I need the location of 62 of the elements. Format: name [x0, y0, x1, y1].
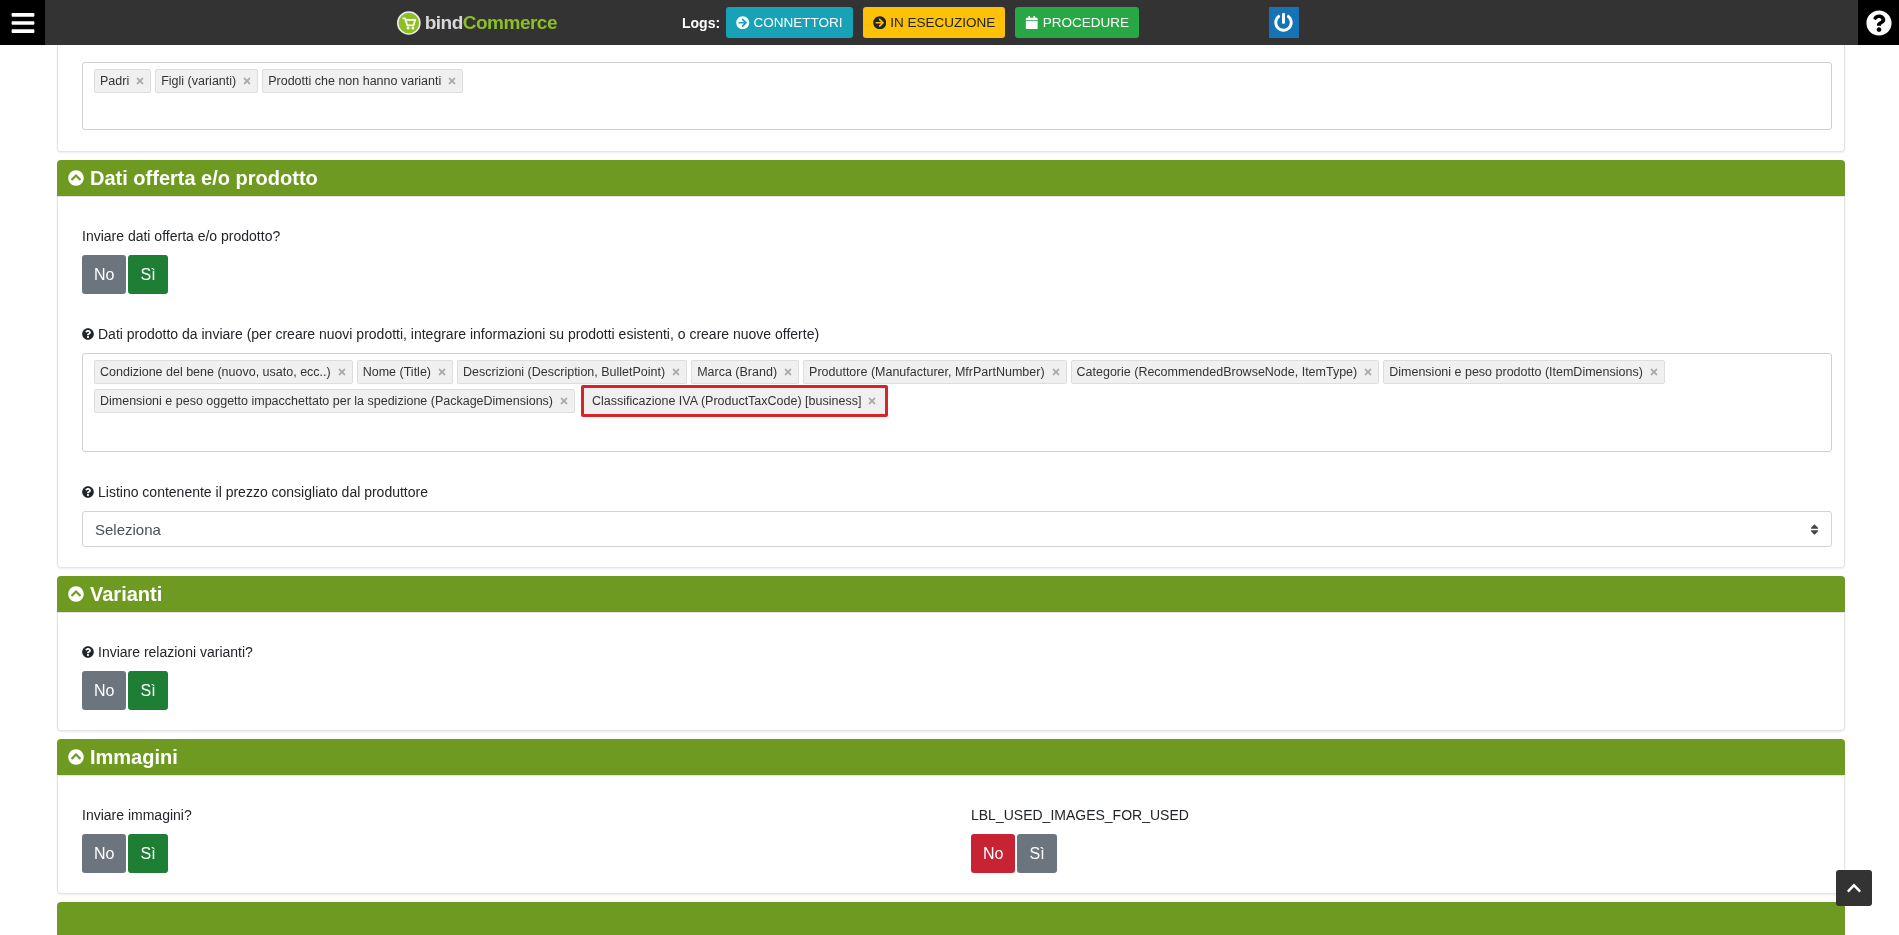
- tag-label: Dimensioni e peso prodotto (ItemDimensions): [1389, 365, 1643, 379]
- tag-label: Produttore (Manufacturer, MfrPartNumber): [809, 365, 1045, 379]
- tag-label: Descrizioni (Description, BulletPoint): [463, 365, 666, 379]
- field-label: Inviare dati offerta e/o prodotto?: [82, 227, 281, 246]
- sort-caret-icon: [1808, 522, 1821, 536]
- brand-logo: bindCommerce: [424, 11, 557, 34]
- collapse-icon: [68, 749, 84, 765]
- tags-field[interactable]: Padri Figli (varianti) Prodotti che non hanno varianti: [82, 62, 1832, 130]
- tag-label: Categorie (RecommendedBrowseNode, ItemType): [1076, 365, 1358, 379]
- tag-label: Marca (Brand): [697, 365, 778, 379]
- tags-field[interactable]: [82, 353, 1832, 452]
- help-button[interactable]: [1858, 0, 1899, 45]
- remove-icon[interactable]: [559, 396, 570, 406]
- toggle-button[interactable]: No: [82, 671, 127, 710]
- power-button[interactable]: [1268, 7, 1299, 38]
- scroll-top-button[interactable]: [1836, 870, 1872, 906]
- remove-icon[interactable]: [447, 76, 458, 86]
- tag-label: Dimensioni e peso oggetto impacchettato per la spedizione (PackageDimensions): [100, 394, 554, 408]
- help-icon: [82, 486, 94, 498]
- section-header[interactable]: Dati offerta e/o prodotto: [57, 160, 1845, 196]
- toggle-button[interactable]: No: [971, 834, 1016, 873]
- field-label: Dati prodotto da inviare (per creare nuovi prodotti, integrare informazioni su prodotti esistenti, o creare nuove offerte): [98, 325, 820, 344]
- remove-icon[interactable]: [1050, 367, 1061, 377]
- toggle-button[interactable]: No: [82, 255, 127, 294]
- field-label: Inviare relazioni varianti?: [98, 643, 253, 662]
- remove-icon[interactable]: [867, 396, 878, 406]
- collapse-icon: [68, 170, 84, 186]
- field-label: Inviare immagini?: [82, 806, 192, 825]
- remove-icon[interactable]: [242, 76, 253, 86]
- toggle-button[interactable]: Sì: [128, 255, 168, 294]
- toggle-button[interactable]: No: [82, 834, 127, 873]
- remove-icon[interactable]: [135, 76, 146, 86]
- tag-label: Prodotti che non hanno varianti: [268, 74, 442, 88]
- remove-icon[interactable]: [783, 367, 794, 377]
- remove-icon[interactable]: [336, 367, 347, 377]
- remove-icon[interactable]: [671, 367, 682, 377]
- section-header[interactable]: Varianti: [57, 576, 1845, 612]
- field-label: Listino contenente il prezzo consigliato dal produttore: [98, 483, 428, 502]
- toggle-button[interactable]: Sì: [128, 671, 168, 710]
- remove-icon[interactable]: [1363, 367, 1374, 377]
- menu-button[interactable]: [0, 0, 45, 45]
- logs-button[interactable]: CONNETTORI: [726, 7, 853, 38]
- help-icon: [82, 328, 94, 340]
- logs-button[interactable]: IN ESECUZIONE: [862, 7, 1006, 38]
- remove-icon[interactable]: [1648, 367, 1659, 377]
- toggle-button[interactable]: Sì: [1017, 834, 1057, 873]
- help-icon: [82, 646, 94, 658]
- calendar-icon: [1025, 15, 1039, 30]
- logs-button[interactable]: PROCEDURE: [1015, 7, 1139, 38]
- field-label: LBL_USED_IMAGES_FOR_USED: [971, 806, 1189, 825]
- tag-label: Condizione del bene (nuovo, usato, ecc..): [100, 365, 331, 379]
- collapse-icon: [68, 586, 84, 602]
- tag-label: Padri: [100, 74, 130, 88]
- logs-label: Logs:: [682, 14, 721, 31]
- tag-label: Nome (Title): [362, 365, 431, 379]
- tag-label: Classificazione IVA (ProductTaxCode) [business]: [592, 394, 862, 408]
- help-icon: [1865, 9, 1892, 36]
- remove-icon[interactable]: [437, 367, 447, 377]
- select-field[interactable]: Seleziona: [82, 511, 1832, 547]
- toggle-button[interactable]: Sì: [128, 834, 168, 873]
- section-header[interactable]: Immagini: [57, 739, 1845, 775]
- tag-label: Figli (varianti): [161, 74, 237, 88]
